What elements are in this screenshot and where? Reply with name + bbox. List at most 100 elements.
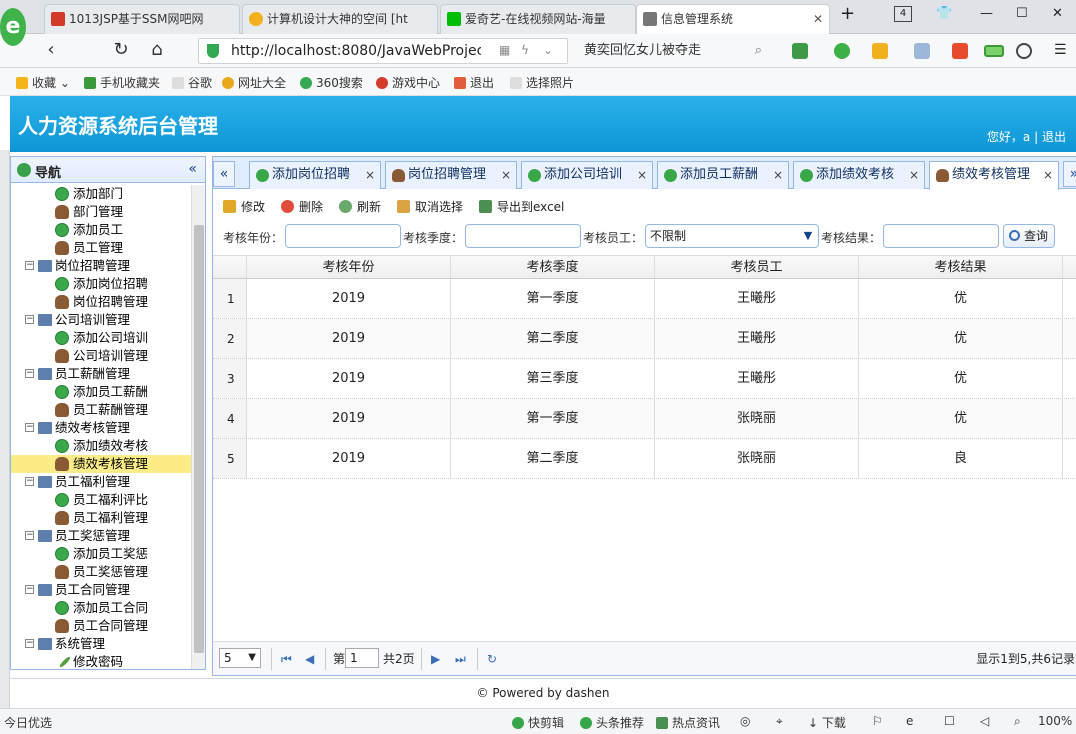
close-tab-icon[interactable]: × [909, 162, 919, 188]
bookmark-item[interactable]: 手机收藏夹 [84, 74, 160, 91]
reload-icon[interactable]: ↻ [487, 650, 497, 668]
table-row[interactable]: 1 2019 第一季度 王曦彤优 [213, 279, 1076, 319]
status-left[interactable]: 今日优选 [4, 714, 52, 731]
browser-icon[interactable]: ◎ [740, 714, 750, 728]
browser-tab-active[interactable]: 信息管理系统 ✕ [636, 4, 830, 34]
column-header[interactable]: 考核季度 [451, 256, 655, 278]
browser-tab[interactable]: 1013JSP基于SSM网吧网 [44, 4, 240, 34]
table-row[interactable]: 2 2019 第二季度 王曦彤优 [213, 319, 1076, 359]
column-header[interactable]: 考核员工 [655, 256, 859, 278]
window-icon[interactable]: ☐ [944, 714, 955, 728]
sidebar-item[interactable]: 员工管理 [11, 239, 191, 257]
menu-icon[interactable]: ☰ [1054, 43, 1070, 59]
sidebar-item[interactable]: 添加部门 [11, 185, 191, 203]
sidebar-scrollbar[interactable] [191, 185, 205, 669]
browser-tab[interactable]: 计算机设计大神的空间 [ht [242, 4, 438, 34]
sidebar-item[interactable]: 员工合同管理 [11, 617, 191, 635]
sidebar-item[interactable]: 添加员工奖惩 [11, 545, 191, 563]
sidebar-group[interactable]: − 公司培训管理 [11, 311, 191, 329]
sidebar-item[interactable]: 添加员工合同 [11, 599, 191, 617]
next-page-icon[interactable]: ▶ [431, 650, 440, 668]
chevron-down-icon[interactable]: ⌄ [543, 43, 553, 57]
page-number-input[interactable]: 1 [345, 648, 379, 668]
collapse-toggle-icon[interactable]: − [25, 423, 34, 432]
search-text[interactable]: 黄奕回忆女儿被夺走 [584, 43, 701, 58]
minimize-icon[interactable]: — [980, 6, 993, 21]
ie-icon[interactable]: e [906, 714, 913, 728]
page-size-select[interactable]: 5 ▼ [219, 648, 261, 668]
status-item[interactable]: 快剪辑 [512, 714, 564, 731]
collapse-toggle-icon[interactable]: − [25, 261, 34, 270]
prev-page-icon[interactable]: ◀ [305, 650, 314, 668]
close-tab-icon[interactable]: ✕ [813, 5, 823, 33]
result-input[interactable] [883, 224, 999, 248]
logout-link[interactable]: 退出 [1042, 130, 1066, 144]
collapse-icon[interactable]: « [188, 161, 197, 177]
tab[interactable]: 添加绩效考核 × [793, 161, 925, 189]
shirt-skin-icon[interactable]: 👕 [936, 6, 952, 21]
sidebar-item[interactable]: 添加员工薪酬 [11, 383, 191, 401]
scissors-icon[interactable] [792, 43, 808, 59]
tab[interactable]: 添加员工薪酬 × [657, 161, 789, 189]
bookmark-item[interactable]: 网址大全 [222, 74, 286, 91]
collapse-toggle-icon[interactable]: − [25, 477, 34, 486]
battery-icon[interactable] [984, 45, 1004, 57]
sidebar-item[interactable]: 公司培训管理 [11, 347, 191, 365]
address-bar[interactable]: http://localhost:8080/JavaWebProject ▦ ϟ… [198, 38, 568, 64]
season-input[interactable] [465, 224, 581, 248]
undo-icon[interactable] [1016, 43, 1032, 59]
table-row[interactable]: 5 2019 第二季度 张晓丽良 [213, 439, 1076, 479]
search-icon[interactable]: ⌕ [755, 38, 762, 64]
url-text[interactable]: http://localhost:8080/JavaWebProject [231, 39, 481, 63]
reload-icon[interactable]: ↻ [110, 39, 132, 61]
lightning-icon[interactable]: ϟ [521, 43, 529, 57]
year-input[interactable] [285, 224, 401, 248]
scrollbar-thumb[interactable] [194, 225, 204, 653]
new-tab-button[interactable]: + [840, 3, 855, 24]
edit-button[interactable]: 修改 [223, 197, 265, 217]
tab-scroll-right-icon[interactable]: » [1063, 161, 1076, 187]
collapse-toggle-icon[interactable]: − [25, 315, 34, 324]
tab[interactable]: 添加公司培训 × [521, 161, 653, 189]
shield-badge-icon[interactable] [872, 43, 888, 59]
sidebar-item[interactable]: 部门管理 [11, 203, 191, 221]
translate-icon[interactable] [834, 43, 850, 59]
browser-tab[interactable]: 爱奇艺-在线视频网站-海量 [440, 4, 636, 34]
sidebar-item[interactable]: 添加公司培训 [11, 329, 191, 347]
status-item[interactable]: 头条推荐 [580, 714, 644, 731]
close-window-icon[interactable]: ✕ [1052, 6, 1063, 21]
bookmark-item[interactable]: 选择照片 [510, 74, 574, 91]
sidebar-item[interactable]: 修改密码 [11, 653, 191, 669]
last-page-icon[interactable]: ⏭ [455, 650, 466, 668]
bookmark-item[interactable]: 360搜索 [300, 74, 363, 91]
collapse-toggle-icon[interactable]: − [25, 639, 34, 648]
emoji-icon[interactable] [914, 43, 930, 59]
close-tab-icon[interactable]: × [1043, 162, 1053, 188]
close-tab-icon[interactable]: × [365, 162, 375, 188]
bookmark-item[interactable]: 游戏中心 [376, 74, 440, 91]
qr-code-icon[interactable]: ▦ [499, 43, 510, 57]
close-tab-icon[interactable]: × [637, 162, 647, 188]
column-header[interactable]: 考核年份 [247, 256, 451, 278]
collapse-toggle-icon[interactable]: − [25, 531, 34, 540]
status-item[interactable]: ↓ 下载 [808, 714, 846, 731]
sidebar-item[interactable]: 添加岗位招聘 [11, 275, 191, 293]
home-icon[interactable]: ⌂ [146, 39, 168, 61]
zoom-level[interactable]: 100% [1038, 714, 1072, 728]
collapse-toggle-icon[interactable]: − [25, 585, 34, 594]
zoom-icon[interactable]: ⌕ [1014, 714, 1021, 729]
tab[interactable]: 岗位招聘管理 × [385, 161, 517, 189]
sidebar-group[interactable]: − 员工福利管理 [11, 473, 191, 491]
status-item[interactable]: 热点资讯 [656, 714, 720, 731]
tab-count-badge[interactable]: 4 [894, 6, 912, 22]
tab[interactable]: 添加岗位招聘 × [249, 161, 381, 189]
sidebar-group[interactable]: − 员工合同管理 [11, 581, 191, 599]
employee-select[interactable]: 不限制 ▼ [645, 224, 819, 248]
close-tab-icon[interactable]: × [773, 162, 783, 188]
query-button[interactable]: 查询 [1003, 224, 1055, 248]
export-excel-button[interactable]: 导出到excel [479, 197, 564, 217]
sidebar-group[interactable]: − 员工奖惩管理 [11, 527, 191, 545]
first-page-icon[interactable]: ⏮ [281, 650, 292, 668]
column-header[interactable]: 考核结果 [859, 256, 1063, 278]
search-box[interactable]: 黄奕回忆女儿被夺走 ⌕ [576, 38, 770, 64]
